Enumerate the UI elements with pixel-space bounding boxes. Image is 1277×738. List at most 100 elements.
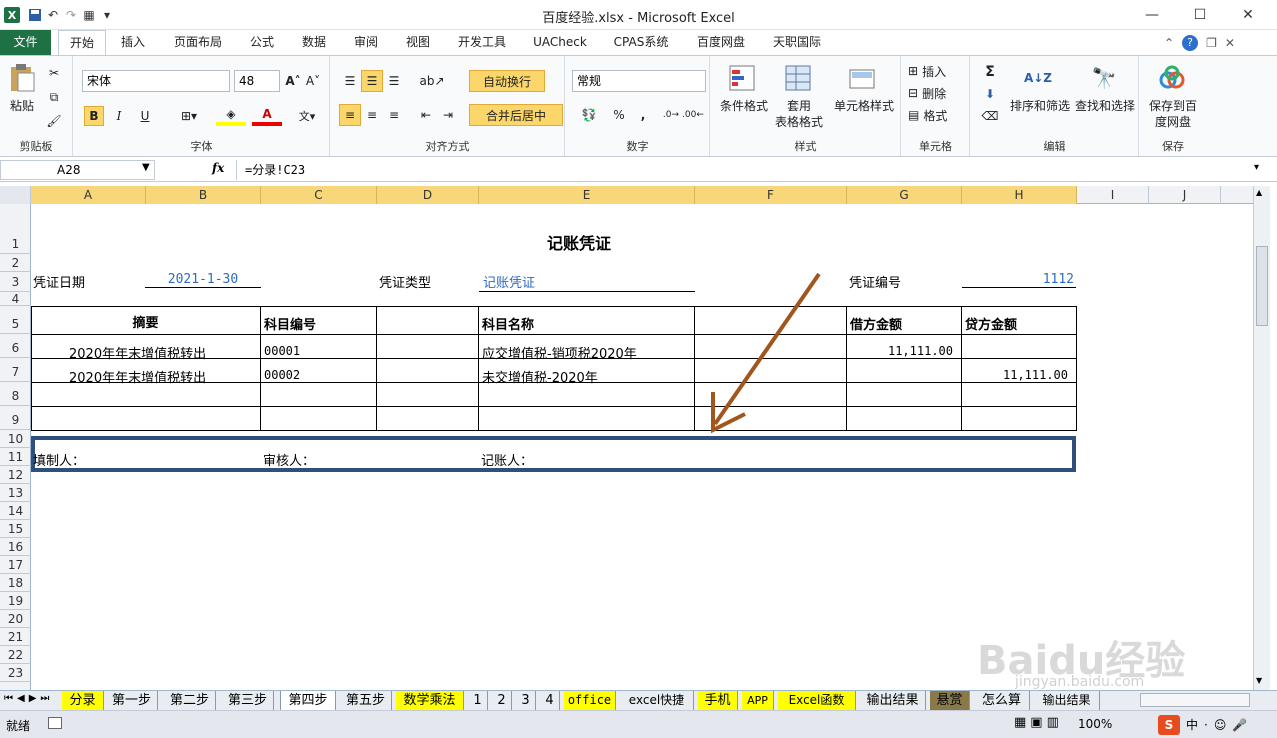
tab-home[interactable]: 开始 — [58, 30, 106, 56]
sheet-tab-active[interactable]: 第四步 — [280, 691, 336, 710]
row-header[interactable]: 23 — [0, 664, 31, 682]
col-header-h[interactable]: H — [962, 186, 1077, 204]
col-header-a[interactable]: A — [31, 186, 146, 204]
expand-formula-icon[interactable]: ▾ — [1254, 162, 1259, 173]
col-header-c[interactable]: C — [261, 186, 377, 204]
wrap-text-button[interactable]: 自动换行 — [469, 70, 545, 92]
scroll-down-icon[interactable]: ▼ — [1256, 676, 1262, 685]
sheet-tab[interactable]: 第二步 — [164, 691, 216, 710]
name-box[interactable]: A28 — [0, 160, 155, 180]
row-header[interactable]: 4 — [0, 292, 31, 306]
table-format-icon[interactable] — [783, 62, 813, 94]
sheet-tab[interactable]: 输出结果 — [1034, 691, 1100, 710]
ime-status-icons[interactable]: 中·☺🎤 — [1186, 716, 1253, 733]
sheet-tab[interactable]: Excel函数 — [778, 691, 856, 710]
merge-center-button[interactable]: 合并后居中 — [469, 104, 563, 126]
sogou-input-icon[interactable]: S — [1158, 715, 1180, 735]
vertical-scrollbar[interactable]: ▲ ▼ — [1253, 186, 1270, 690]
grow-font-icon[interactable]: A˄ — [284, 70, 302, 92]
sort-filter-icon[interactable]: A↓Z — [1021, 62, 1055, 94]
format-painter-icon[interactable]: 🖌 — [44, 112, 64, 130]
zoom-level[interactable]: 100% — [1078, 717, 1112, 731]
row-header[interactable]: 11 — [0, 448, 31, 466]
sheet-tab[interactable]: 怎么算 — [974, 691, 1030, 710]
percent-button[interactable]: % — [608, 104, 630, 126]
decrease-indent-icon[interactable]: ⇤ — [415, 104, 437, 126]
row-header[interactable]: 14 — [0, 502, 31, 520]
row-header[interactable]: 5 — [0, 306, 31, 334]
sort-filter-label[interactable]: 排序和筛选 — [1007, 98, 1073, 114]
font-size-select[interactable]: 48 — [234, 70, 280, 92]
fill-color-icon[interactable]: ◈ — [216, 106, 246, 126]
row-header[interactable]: 13 — [0, 484, 31, 502]
tab-formulas[interactable]: 公式 — [242, 30, 282, 55]
bottom-align-icon[interactable]: ☰ — [383, 70, 405, 92]
col-header-i[interactable]: I — [1077, 186, 1149, 204]
row-header[interactable]: 7 — [0, 358, 31, 382]
tab-view[interactable]: 视图 — [398, 30, 438, 55]
name-box-dropdown-icon[interactable]: ▼ — [142, 162, 150, 173]
orientation-icon[interactable]: ab↗ — [417, 70, 447, 92]
sheet-tab[interactable]: 第一步 — [106, 691, 158, 710]
row-header[interactable]: 20 — [0, 610, 31, 628]
sheet-tab[interactable]: 4 — [540, 691, 560, 710]
worksheet-grid[interactable]: 记账凭证 凭证日期 2021-1-30 凭证类型 记账凭证 凭证编号 1112 … — [31, 204, 1253, 690]
col-header-b[interactable]: B — [146, 186, 261, 204]
sheet-nav-icon[interactable]: ⏮◀▶⏭ — [4, 693, 53, 704]
formula-input[interactable]: =分录!C23 — [236, 160, 1252, 180]
font-name-select[interactable]: 宋体 — [82, 70, 230, 92]
row-header[interactable]: 3 — [0, 272, 31, 292]
middle-align-icon[interactable]: ☰ — [361, 70, 383, 92]
comma-button[interactable]: , — [632, 104, 654, 126]
restore-icon[interactable]: ❐ — [1206, 36, 1217, 50]
save-to-pan-label-2[interactable]: 度网盘 — [1142, 114, 1204, 130]
col-header-f[interactable]: F — [695, 186, 847, 204]
select-all-corner[interactable] — [0, 186, 31, 204]
row-header[interactable]: 9 — [0, 406, 31, 430]
save-to-pan-label-1[interactable]: 保存到百 — [1142, 98, 1204, 114]
increase-decimal-icon[interactable]: .0→ — [660, 104, 682, 126]
tab-page-layout[interactable]: 页面布局 — [168, 30, 228, 55]
row-header[interactable]: 12 — [0, 466, 31, 484]
tab-data[interactable]: 数据 — [294, 30, 334, 55]
sheet-tab[interactable]: 3 — [516, 691, 536, 710]
close-button[interactable]: ✕ — [1232, 4, 1264, 26]
bold-button[interactable]: B — [84, 106, 104, 126]
sheet-tab[interactable]: 悬赏 — [930, 691, 970, 710]
top-align-icon[interactable]: ☰ — [339, 70, 361, 92]
align-right-icon[interactable]: ≡ — [383, 104, 405, 126]
scroll-up-icon[interactable]: ▲ — [1256, 188, 1262, 197]
sheet-tab[interactable]: 手机 — [698, 691, 738, 710]
increase-indent-icon[interactable]: ⇥ — [437, 104, 459, 126]
paste-icon[interactable] — [6, 62, 38, 94]
insert-cells-button[interactable]: ⊞ 插入 — [908, 62, 964, 80]
insert-function-button[interactable]: fx — [212, 161, 224, 175]
help-icon[interactable]: ? — [1182, 35, 1199, 51]
tab-insert[interactable]: 插入 — [112, 30, 154, 55]
horizontal-scrollbar[interactable] — [1140, 693, 1250, 707]
format-cells-button[interactable]: ▤ 格式 — [908, 106, 964, 124]
find-select-label[interactable]: 查找和选择 — [1073, 98, 1137, 114]
close-workbook-icon[interactable]: ✕ — [1225, 36, 1235, 50]
sheet-tab[interactable]: 分录 — [62, 691, 104, 710]
italic-button[interactable]: I — [110, 106, 128, 126]
row-header[interactable]: 18 — [0, 574, 31, 592]
cell-styles-label[interactable]: 单元格样式 — [829, 98, 899, 114]
clear-icon[interactable]: ⌫ — [977, 106, 1003, 126]
maximize-button[interactable]: ☐ — [1184, 4, 1216, 26]
row-header[interactable]: 10 — [0, 430, 31, 448]
fill-icon[interactable]: ⬇ — [977, 84, 1003, 104]
table-format-label-2[interactable]: 表格格式 — [767, 114, 831, 130]
paste-label[interactable]: 粘贴 — [4, 98, 40, 114]
cell-styles-icon[interactable] — [847, 62, 877, 94]
sheet-tab[interactable]: excel快捷 — [620, 691, 694, 710]
row-header[interactable]: 17 — [0, 556, 31, 574]
sheet-tab[interactable]: 数学乘法 — [396, 691, 464, 710]
accounting-icon[interactable]: 💱 — [574, 104, 604, 126]
row-header[interactable]: 21 — [0, 628, 31, 646]
col-header-j[interactable]: J — [1149, 186, 1221, 204]
baidu-pan-icon[interactable] — [1156, 62, 1188, 94]
conditional-format-label[interactable]: 条件格式 — [713, 98, 775, 114]
delete-cells-button[interactable]: ⊟ 删除 — [908, 84, 964, 102]
view-mode-icons[interactable]: ▦▣▥ — [1014, 715, 1063, 730]
